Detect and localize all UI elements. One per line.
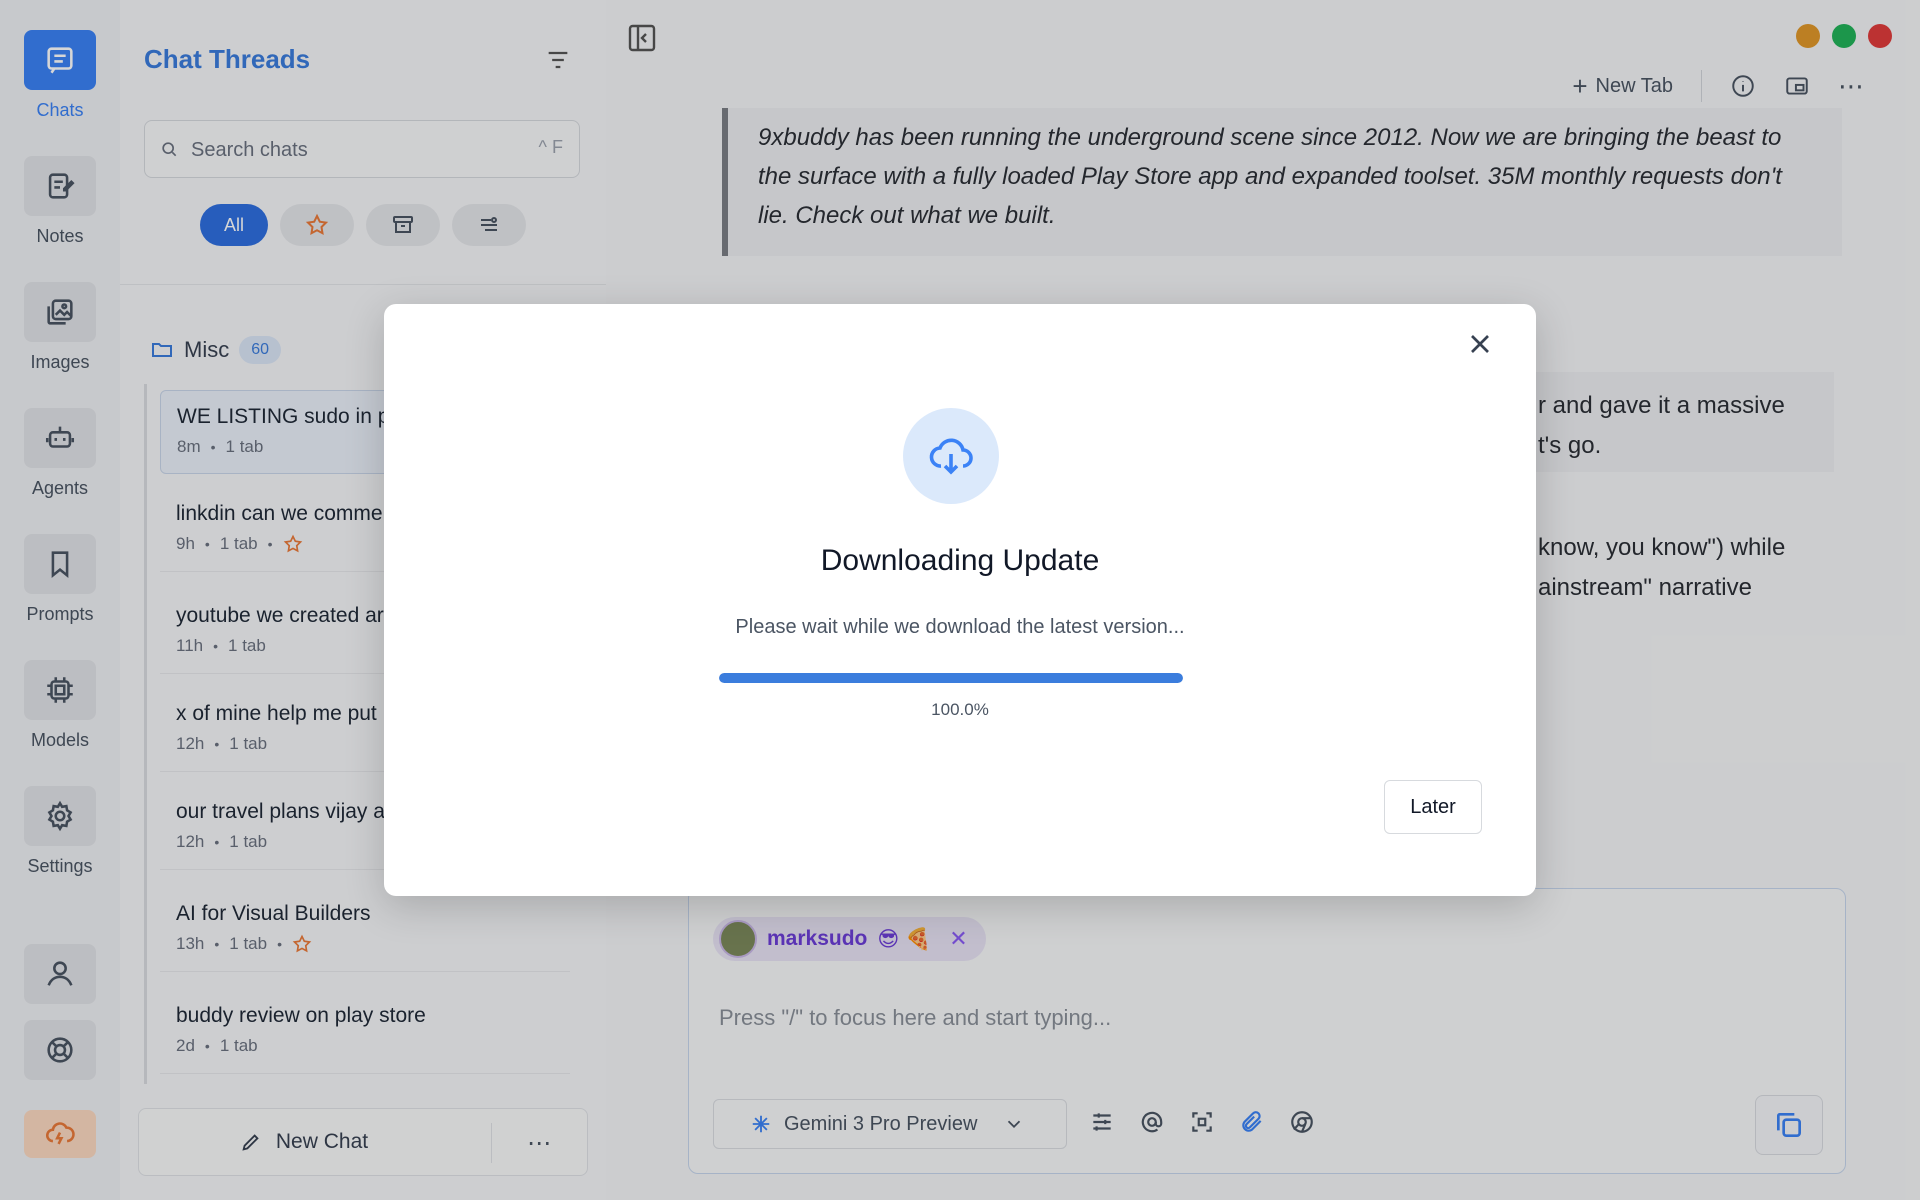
progress-label: 100.0%: [931, 700, 989, 719]
progress-bar: [719, 673, 1183, 683]
dialog-title: Downloading Update: [820, 544, 1100, 577]
later-button[interactable]: Later: [1384, 780, 1482, 834]
update-dialog: Downloading Update Please wait while we …: [384, 304, 1536, 896]
dialog-description: Please wait while we download the latest…: [735, 616, 1185, 638]
cloud-download-icon: [903, 408, 999, 504]
close-icon[interactable]: [1464, 328, 1496, 360]
progress-fill: [719, 673, 1183, 683]
